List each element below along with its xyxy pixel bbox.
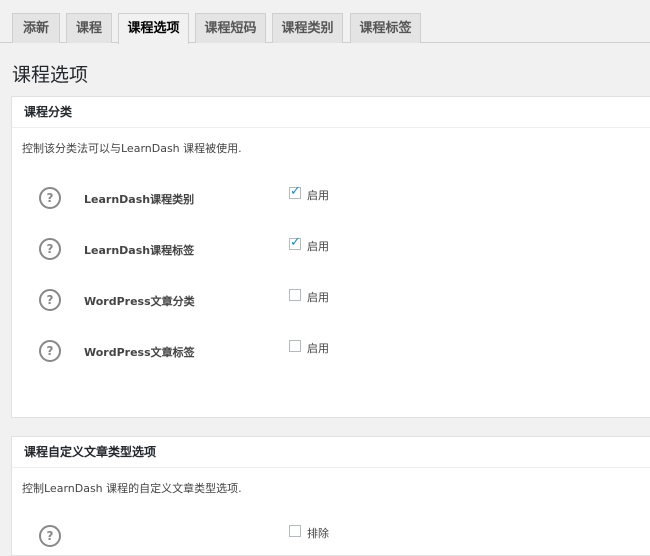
- panel-description: 控制LearnDash 课程的自定义文章类型选项.: [22, 482, 242, 495]
- panel-title: 课程分类: [12, 97, 650, 128]
- checkbox-label: 排除: [307, 527, 329, 540]
- enable-checkbox[interactable]: [289, 184, 301, 199]
- setting-row-wp-post-tag: ? WordPress文章标签 启用: [12, 340, 650, 370]
- setting-label: LearnDash课程类别: [84, 193, 195, 206]
- help-icon[interactable]: ?: [39, 187, 61, 209]
- tab-bar: 添新 课程 课程选项 课程短码 课程类别 课程标签: [0, 0, 650, 44]
- setting-row-ld-course-category: ? LearnDash课程类别 启用: [12, 184, 650, 217]
- setting-label: WordPress文章分类: [84, 295, 195, 308]
- checkbox-label: 启用: [307, 189, 329, 202]
- help-icon[interactable]: ?: [39, 340, 61, 362]
- enable-checkbox[interactable]: [289, 235, 301, 250]
- enable-checkbox[interactable]: [289, 340, 301, 352]
- setting-label: LearnDash课程标签: [84, 244, 195, 257]
- tab-course-shortcodes[interactable]: 课程短码: [195, 13, 266, 43]
- enable-checkbox[interactable]: [289, 289, 301, 301]
- help-icon[interactable]: ?: [39, 289, 61, 311]
- checkbox-label: 启用: [307, 342, 329, 355]
- panel-description: 控制该分类法可以与LearnDash 课程被使用.: [22, 142, 242, 155]
- setting-label: WordPress文章标签: [84, 346, 195, 359]
- setting-row-exclude: ? 排除: [12, 525, 650, 555]
- help-icon[interactable]: ?: [39, 525, 61, 547]
- panel-title: 课程自定义文章类型选项: [12, 437, 650, 468]
- page-title: 课程选项: [12, 64, 89, 86]
- help-icon[interactable]: ?: [39, 238, 61, 260]
- course-cpt-options-panel: 课程自定义文章类型选项 控制LearnDash 课程的自定义文章类型选项. ? …: [11, 436, 650, 556]
- tab-add-new[interactable]: 添新: [12, 13, 60, 43]
- tab-courses[interactable]: 课程: [66, 13, 112, 43]
- tab-course-tags[interactable]: 课程标签: [350, 13, 421, 43]
- exclude-checkbox[interactable]: [289, 525, 301, 537]
- checkbox-label: 启用: [307, 240, 329, 253]
- course-taxonomies-panel: 课程分类 控制该分类法可以与LearnDash 课程被使用. ? LearnDa…: [11, 96, 650, 418]
- tab-course-options[interactable]: 课程选项: [118, 13, 189, 44]
- checkbox-label: 启用: [307, 291, 329, 304]
- setting-row-ld-course-tag: ? LearnDash课程标签 启用: [12, 235, 650, 268]
- tab-course-categories[interactable]: 课程类别: [272, 13, 343, 43]
- setting-row-wp-post-category: ? WordPress文章分类 启用: [12, 289, 650, 319]
